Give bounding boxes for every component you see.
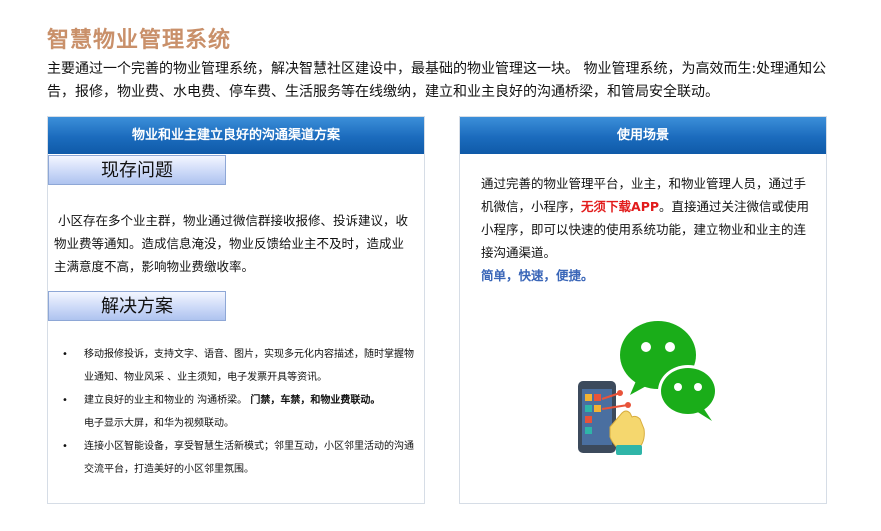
solution-item: • 建立良好的业主和物业的 沟通桥梁。 门禁，车禁，和物业费联动。 电子显示大屏… — [62, 389, 416, 435]
no-download-highlight: 无须下载APP — [581, 199, 660, 214]
solution-item-bold: 门禁，车禁，和物业费联动。 — [250, 395, 381, 406]
problem-description: 小区存在多个业主群，物业通过微信群接收报修、投诉建议，收物业费等通知。造成信息淹… — [54, 209, 416, 278]
wechat-phone-icon — [578, 321, 718, 455]
problem-text: 小区存在多个业主群，物业通过微信群接收报修、投诉建议，收物业费等通知。造成信息淹… — [54, 213, 408, 274]
usage-description: 通过完善的物业管理平台，业主，和物业管理人员，通过手机微信，小程序，无须下载AP… — [481, 172, 811, 287]
communication-plan-card: 物业和业主建立良好的沟通渠道方案 现存问题 小区存在多个业主群，物业通过微信群接… — [47, 116, 425, 504]
card-header-usage-scenario: 使用场景 — [460, 117, 826, 154]
slogan: 简单，快速，便捷。 — [481, 268, 594, 283]
bullet-icon: • — [62, 395, 68, 406]
card-header-communication-plan: 物业和业主建立良好的沟通渠道方案 — [48, 117, 424, 154]
solution-item: • 连接小区智能设备，享受智慧生活新模式；邻里互动，小区邻里活动的沟通交流平台，… — [62, 435, 416, 481]
solution-item-tail: 电子显示大屏，和华为视频联动。 — [84, 418, 234, 429]
solution-item-text: 连接小区智能设备，享受智慧生活新模式；邻里互动，小区邻里活动的沟通交流平台，打造… — [84, 441, 414, 475]
existing-problems-tag: 现存问题 — [48, 155, 226, 185]
bullet-icon: • — [62, 349, 68, 360]
intro-paragraph: 主要通过一个完善的物业管理系统，解决智慧社区建设中，最基础的物业管理这一块。 物… — [47, 61, 827, 100]
page-title: 智慧物业管理系统 — [47, 28, 232, 53]
bullet-icon: • — [62, 441, 68, 452]
solution-list: • 移动报修投诉，支持文字、语音、图片，实现多元化内容描述，随时掌握物业通知、物… — [62, 343, 416, 481]
solution-item-text: 移动报修投诉，支持文字、语音、图片，实现多元化内容描述，随时掌握物业通知、物业风… — [84, 349, 414, 383]
solution-tag: 解决方案 — [48, 291, 226, 321]
solution-item-text: 建立良好的业主和物业的 沟通桥梁。 — [84, 395, 248, 406]
solution-item: • 移动报修投诉，支持文字、语音、图片，实现多元化内容描述，随时掌握物业通知、物… — [62, 343, 416, 389]
usage-scenario-card: 使用场景 通过完善的物业管理平台，业主，和物业管理人员，通过手机微信，小程序，无… — [459, 116, 827, 504]
